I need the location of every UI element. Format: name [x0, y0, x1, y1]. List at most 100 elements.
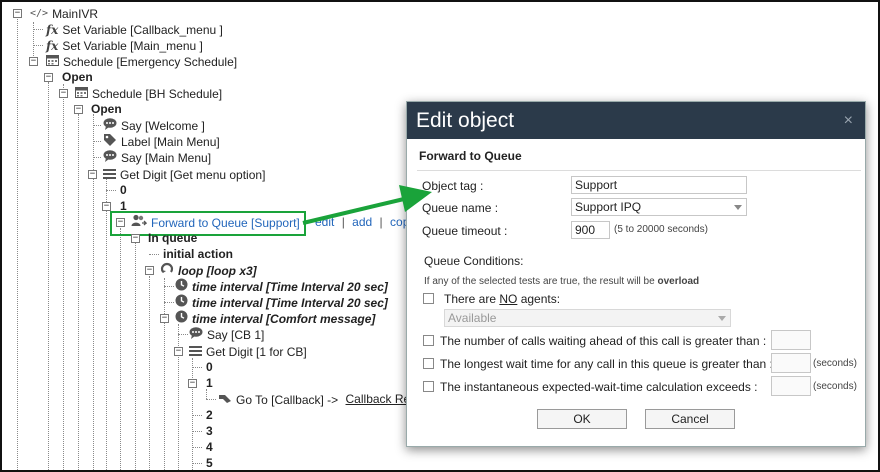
tree-node-goto-callback[interactable]: Go To [Callback] -> Callback Re: [218, 391, 410, 407]
tree-node-time-interval[interactable]: time interval [Time Interval 20 sec]: [175, 294, 388, 310]
queue-timeout-hint: (5 to 20000 seconds): [614, 224, 708, 235]
tree-connector: [206, 399, 216, 400]
tree-node-open[interactable]: Open: [62, 69, 93, 85]
separator: |: [341, 215, 345, 229]
agents-select-value: Available: [448, 311, 497, 325]
tree-node-time-interval[interactable]: time interval [Time Interval 20 sec]: [175, 278, 388, 294]
tree-connector: [192, 367, 202, 368]
tree-guide: [17, 19, 18, 470]
no-agents-label: There are NO agents:: [444, 292, 561, 306]
menu-lines-icon: [189, 344, 202, 360]
chevron-down-icon: [718, 316, 726, 321]
tree-node-say-cb1[interactable]: Say [CB 1]: [189, 326, 264, 342]
tree-connector: [33, 29, 43, 30]
tree-connector: [93, 141, 101, 142]
tree-node-digit-0[interactable]: 0: [120, 182, 127, 198]
tree-node-open[interactable]: Open: [91, 101, 122, 117]
tree-guide: [120, 228, 121, 470]
tree-node-cb-digit-1[interactable]: 1: [206, 375, 213, 391]
tree-node-mainivr[interactable]: </> MainIVR: [30, 5, 98, 21]
tree-node-cb-digit-4[interactable]: 4: [206, 439, 213, 455]
clock-icon: [175, 310, 188, 327]
collapse-toggle[interactable]: −: [188, 379, 197, 388]
clock-icon: [175, 294, 188, 311]
tree-node-say-welcome[interactable]: Say [Welcome ]: [103, 117, 205, 133]
tree-connector: [164, 286, 174, 287]
dialog-header: Edit object ×: [407, 102, 865, 139]
tree-node-set-main[interactable]: fx Set Variable [Main_menu ]: [46, 37, 203, 53]
goto-target-link[interactable]: Callback Re: [346, 392, 411, 406]
conditions-note: If any of the selected tests are true, t…: [424, 276, 700, 287]
queue-name-select[interactable]: Support IPQ: [571, 198, 747, 216]
tree-node-schedule-bh[interactable]: Schedule [BH Schedule]: [75, 85, 222, 101]
chevron-down-icon: [734, 205, 742, 210]
tree-connector: [178, 334, 188, 335]
queue-timeout-input[interactable]: 900: [571, 221, 610, 239]
collapse-toggle[interactable]: −: [160, 314, 169, 323]
tree-node-cb-digit-0[interactable]: 0: [206, 359, 213, 375]
calls-waiting-checkbox[interactable]: [423, 335, 434, 346]
calls-waiting-input[interactable]: [771, 330, 811, 350]
tree-node-in-queue[interactable]: In queue: [148, 230, 197, 246]
agents-select[interactable]: Available: [444, 309, 731, 327]
tree-connector: [192, 415, 202, 416]
add-link[interactable]: add: [352, 215, 372, 229]
calls-waiting-label: The number of calls waiting ahead of thi…: [440, 334, 767, 348]
collapse-toggle[interactable]: −: [88, 170, 97, 179]
tree-connector: [149, 254, 159, 255]
tree-node-set-callback[interactable]: fx Set Variable [Callback_menu ]: [46, 21, 223, 37]
collapse-toggle[interactable]: −: [29, 57, 38, 66]
tree-node-initial-action[interactable]: initial action: [163, 246, 233, 262]
edit-object-dialog: Edit object × Forward to Queue Object ta…: [406, 101, 866, 447]
tree-guide: [63, 84, 64, 470]
ewt-label: The instantaneous expected-wait-time cal…: [440, 380, 758, 394]
tree-connector: [192, 431, 202, 432]
close-icon[interactable]: ×: [844, 102, 853, 139]
collapse-toggle[interactable]: −: [13, 9, 22, 18]
collapse-toggle[interactable]: −: [74, 105, 83, 114]
tree-guide: [106, 178, 107, 470]
collapse-toggle[interactable]: −: [102, 202, 111, 211]
tree-guide: [93, 114, 94, 470]
collapse-toggle[interactable]: −: [145, 266, 154, 275]
collapse-toggle[interactable]: −: [59, 89, 68, 98]
collapse-toggle[interactable]: −: [44, 73, 53, 82]
tree-guide: [135, 242, 136, 470]
no-agents-checkbox[interactable]: [423, 293, 434, 304]
tree-node-forward-to-queue[interactable]: Forward to Queue [Support]: [131, 214, 300, 230]
edit-link[interactable]: edit: [315, 215, 334, 229]
ewt-checkbox[interactable]: [423, 381, 434, 392]
tree-node-get-digit-menu[interactable]: Get Digit [Get menu option]: [103, 166, 265, 182]
longest-wait-input[interactable]: [771, 353, 811, 373]
tree-node-cb-digit-3[interactable]: 3: [206, 423, 213, 439]
queue-conditions-title: Queue Conditions:: [424, 254, 524, 268]
tree-connector: [93, 157, 101, 158]
tree-node-loop[interactable]: loop [loop x3]: [160, 262, 257, 278]
tree-node-cb-digit-5[interactable]: 5: [206, 455, 213, 470]
speech-bubble-icon: [189, 327, 203, 343]
ok-button[interactable]: OK: [537, 409, 627, 429]
tree-guide: [206, 389, 207, 399]
tree-guide: [78, 114, 79, 470]
collapse-toggle[interactable]: −: [174, 347, 183, 356]
tree-connector: [106, 190, 116, 191]
dialog-subtitle: Forward to Queue: [419, 149, 522, 163]
tree-node-schedule-emergency[interactable]: Schedule [Emergency Schedule]: [46, 53, 237, 69]
tag-icon: [103, 133, 117, 150]
tree-node-label-main[interactable]: Label [Main Menu]: [103, 133, 220, 149]
tree-connector: [192, 447, 202, 448]
tree-actions: edit | add | cop: [315, 214, 409, 230]
ewt-input[interactable]: [771, 376, 811, 396]
tree-node-time-interval-comfort[interactable]: time interval [Comfort message]: [175, 310, 375, 326]
tree-node-get-digit-cb[interactable]: Get Digit [1 for CB]: [189, 343, 307, 359]
collapse-toggle[interactable]: −: [116, 218, 125, 227]
tree-connector: [164, 302, 174, 303]
longest-wait-checkbox[interactable]: [423, 358, 434, 369]
tree-connector: [93, 125, 101, 126]
tree-node-cb-digit-2[interactable]: 2: [206, 407, 213, 423]
collapse-toggle[interactable]: −: [131, 234, 140, 243]
tree-node-say-main[interactable]: Say [Main Menu]: [103, 149, 211, 165]
cancel-button[interactable]: Cancel: [645, 409, 735, 429]
separator: |: [379, 215, 383, 229]
object-tag-input[interactable]: Support: [571, 176, 747, 194]
